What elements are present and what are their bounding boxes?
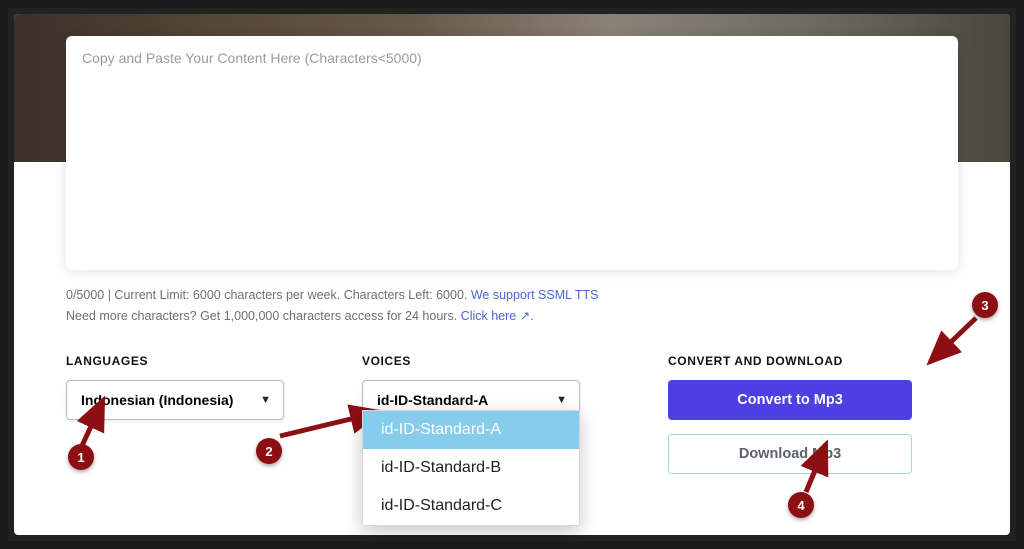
- voice-option[interactable]: id-ID-Standard-B: [363, 449, 579, 487]
- content-input[interactable]: [66, 36, 958, 270]
- voice-dropdown: id-ID-Standard-A id-ID-Standard-B id-ID-…: [362, 410, 580, 526]
- chevron-down-icon: ▼: [260, 394, 271, 406]
- languages-label: LANGUAGES: [66, 354, 362, 368]
- convert-button[interactable]: Convert to Mp3: [668, 380, 912, 420]
- voices-label: VOICES: [362, 354, 658, 368]
- language-select[interactable]: Indonesian (Indonesia) ▼: [66, 380, 284, 420]
- status-line: 0/5000 | Current Limit: 6000 characters …: [66, 285, 958, 326]
- upgrade-text: Need more characters? Get 1,000,000 char…: [66, 309, 457, 323]
- voice-select-value: id-ID-Standard-A: [377, 392, 488, 408]
- char-count-text: 0/5000 | Current Limit: 6000 characters …: [66, 288, 467, 302]
- ssml-link[interactable]: We support SSML TTS: [471, 288, 599, 302]
- upgrade-link[interactable]: Click here ↗.: [461, 309, 534, 323]
- convert-label: CONVERT AND DOWNLOAD: [668, 354, 958, 368]
- download-button[interactable]: Download Mp3: [668, 434, 912, 474]
- voice-option[interactable]: id-ID-Standard-C: [363, 487, 579, 525]
- language-select-value: Indonesian (Indonesia): [81, 392, 233, 408]
- voice-option[interactable]: id-ID-Standard-A: [363, 411, 579, 449]
- chevron-down-icon: ▼: [556, 394, 567, 406]
